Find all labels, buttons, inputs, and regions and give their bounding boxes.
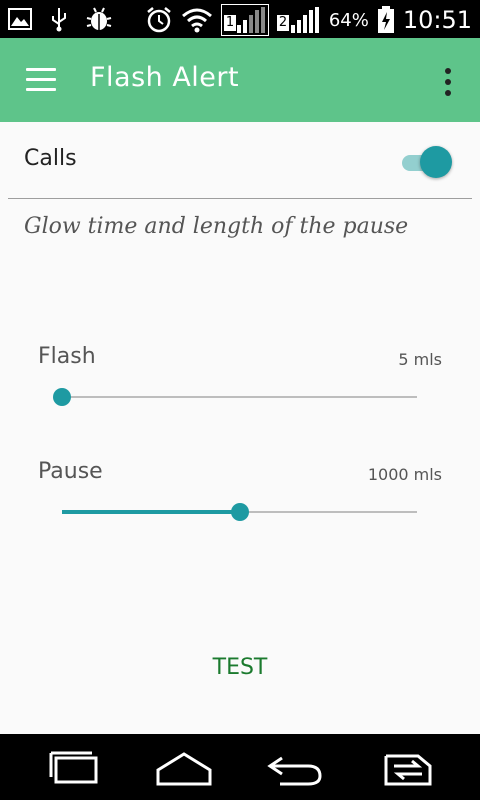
usb-icon [52, 8, 66, 32]
dual-window-icon[interactable] [378, 748, 438, 788]
slider-track [62, 396, 417, 398]
clock: 10:51 [402, 6, 472, 34]
menu-icon[interactable] [26, 68, 56, 92]
divider [8, 198, 472, 199]
navigation-bar [0, 734, 480, 800]
toggle-knob [420, 146, 452, 178]
alarm-icon [147, 7, 171, 33]
battery-charging-icon [377, 6, 394, 33]
signal-icon [236, 7, 265, 33]
test-button[interactable]: TEST [180, 652, 300, 682]
back-icon[interactable] [266, 748, 326, 788]
more-options-icon[interactable] [444, 68, 452, 96]
signal-sim2-indicator: 2 [276, 5, 321, 35]
wifi-icon [181, 8, 212, 33]
signal-sim1-indicator: 1 [220, 4, 269, 36]
sim2-label: 2 [276, 15, 290, 31]
calls-toggle[interactable] [400, 146, 452, 178]
calls-label: Calls [24, 146, 77, 171]
slider-thumb[interactable] [230, 503, 249, 521]
status-bar: 1 2 64% 10:51 [0, 0, 480, 38]
section-subtitle: Glow time and length of the pause [24, 214, 409, 239]
pause-slider[interactable] [62, 500, 417, 524]
debug-bug-icon [86, 7, 112, 30]
settings-panel: Calls Glow time and length of the pause … [0, 122, 480, 734]
app-title: Flash Alert [90, 62, 240, 93]
pause-label: Pause [38, 459, 103, 484]
signal-icon [290, 7, 319, 33]
battery-percent: 64% [328, 9, 369, 31]
pause-value: 1000 mls [367, 465, 442, 484]
slider-fill [62, 510, 240, 514]
flash-slider[interactable] [53, 385, 417, 409]
flash-label: Flash [38, 344, 96, 369]
home-icon[interactable] [154, 748, 214, 788]
sim1-label: 1 [223, 15, 237, 31]
app-bar: Flash Alert [0, 38, 480, 122]
flash-value: 5 mls [398, 350, 442, 369]
slider-thumb[interactable] [53, 388, 71, 406]
recent-apps-icon[interactable] [44, 748, 104, 788]
gallery-icon [8, 8, 32, 30]
